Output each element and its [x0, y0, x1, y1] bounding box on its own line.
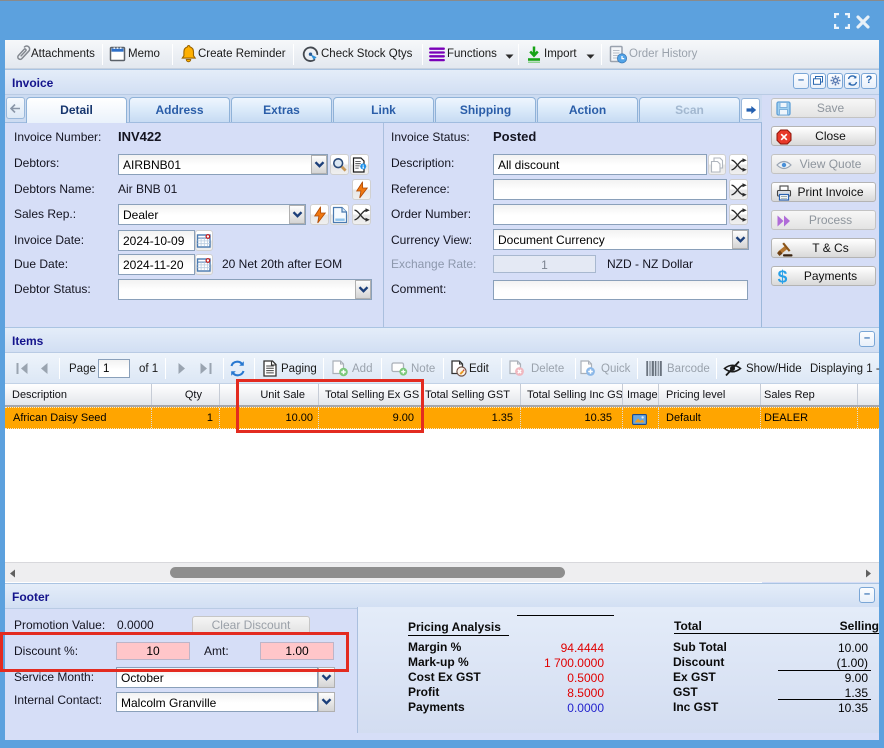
svg-text:$: $ [778, 268, 788, 286]
